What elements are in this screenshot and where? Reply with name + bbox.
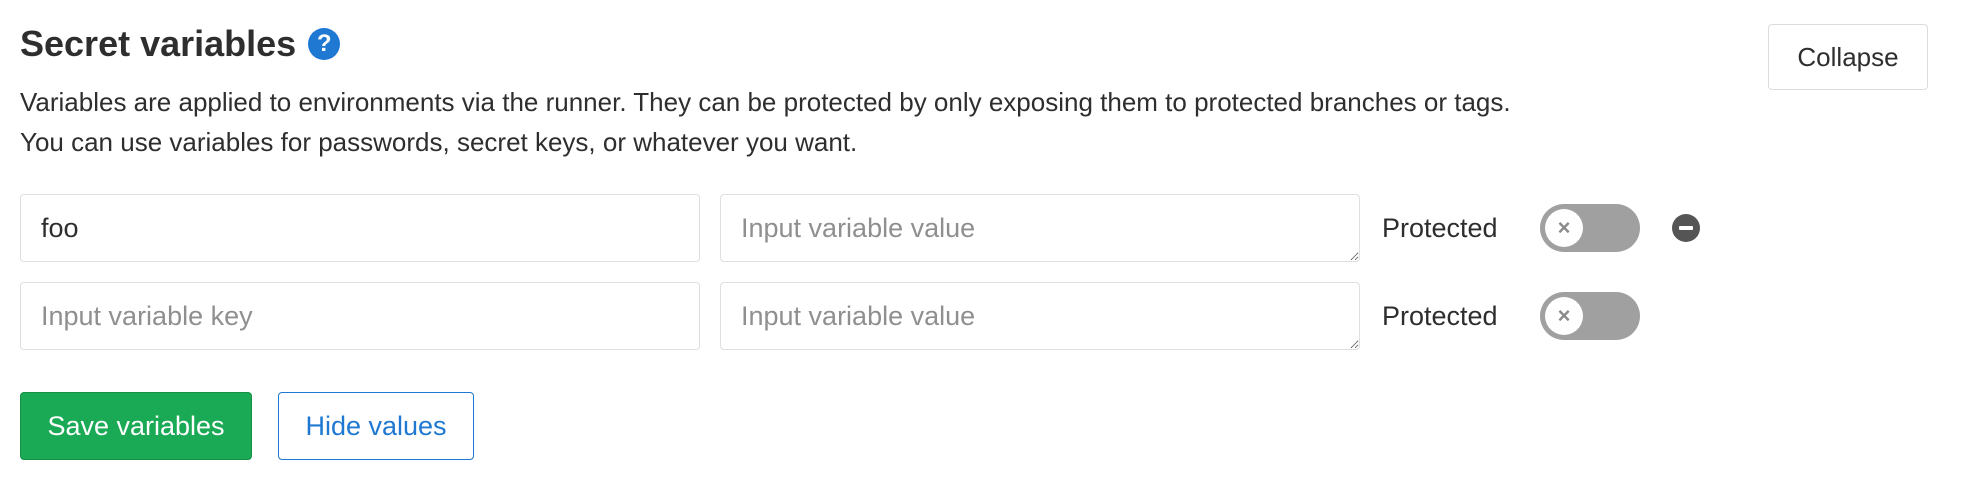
save-variables-button[interactable]: Save variables bbox=[20, 392, 252, 460]
description-line: You can use variables for passwords, sec… bbox=[20, 127, 858, 157]
variable-row: Protected × bbox=[20, 282, 1740, 350]
close-icon: × bbox=[1545, 209, 1583, 247]
question-circle-icon[interactable]: ? bbox=[308, 28, 341, 60]
collapse-button[interactable]: Collapse bbox=[1768, 24, 1928, 90]
protected-toggle[interactable]: × bbox=[1540, 292, 1640, 340]
protected-label: Protected bbox=[1382, 301, 1498, 331]
protected-label: Protected bbox=[1382, 213, 1498, 243]
section-description: Variables are applied to environments vi… bbox=[20, 82, 1760, 162]
variable-key-input[interactable] bbox=[20, 282, 700, 350]
variable-key-input[interactable] bbox=[20, 194, 700, 262]
variable-value-input[interactable] bbox=[720, 282, 1360, 350]
description-line: Variables are applied to environments vi… bbox=[20, 87, 1511, 117]
minus-circle-icon[interactable] bbox=[1672, 214, 1700, 242]
section-title: Secret variables bbox=[20, 23, 297, 64]
secret-variables-section: Secret variables ? Collapse Variables ar… bbox=[20, 0, 1948, 480]
hide-values-button[interactable]: Hide values bbox=[278, 392, 474, 460]
section-header: Secret variables ? bbox=[20, 20, 341, 68]
variable-row: Protected × bbox=[20, 194, 1740, 262]
close-icon: × bbox=[1545, 297, 1583, 335]
variable-value-input[interactable] bbox=[720, 194, 1360, 262]
protected-toggle[interactable]: × bbox=[1540, 204, 1640, 252]
